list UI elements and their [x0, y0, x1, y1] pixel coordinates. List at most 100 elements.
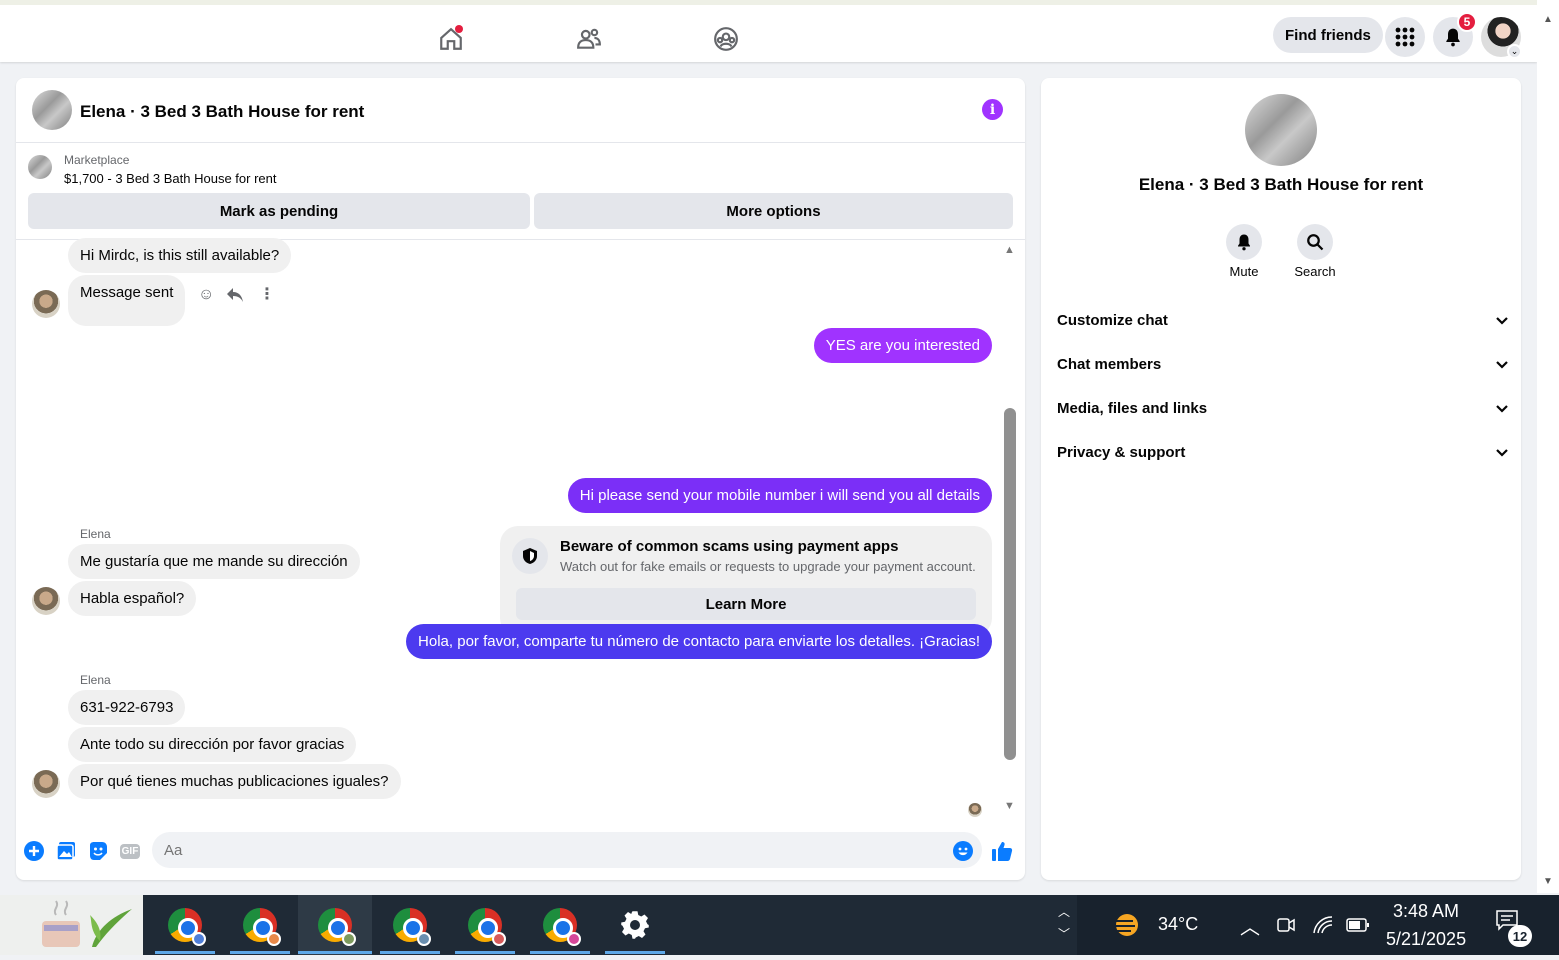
- chrome-taskbar-app[interactable]: [455, 895, 515, 955]
- customize-chat-row[interactable]: Customize chat: [1057, 300, 1509, 340]
- section-label: Customize chat: [1057, 311, 1168, 329]
- chat-header: Elena · 3 Bed 3 Bath House for rent i: [16, 78, 1025, 143]
- chrome-icon: [168, 908, 206, 946]
- more-actions-icon[interactable]: ⋮: [259, 284, 275, 304]
- chat-members-row[interactable]: Chat members: [1057, 344, 1509, 384]
- photo-icon[interactable]: [55, 840, 77, 862]
- notification-badge: 5: [1457, 12, 1477, 32]
- bell-icon: [1238, 234, 1250, 251]
- home-button[interactable]: [431, 19, 471, 59]
- mark-as-pending-button[interactable]: Mark as pending: [28, 193, 530, 229]
- clock-date[interactable]: 5/21/2025: [1386, 929, 1466, 950]
- gear-icon: [621, 911, 649, 939]
- scam-warning-description: Watch out for fake emails or requests to…: [560, 559, 976, 574]
- sender-name: Elena: [80, 673, 111, 687]
- message-bubble: Habla español?: [68, 581, 197, 616]
- chrome-taskbar-app[interactable]: [380, 895, 440, 955]
- search-button[interactable]: [1297, 224, 1333, 260]
- notifications-button[interactable]: 5: [1433, 12, 1477, 57]
- friends-icon: [577, 28, 601, 49]
- chrome-taskbar-app[interactable]: [155, 895, 215, 955]
- clock-time[interactable]: 3:48 AM: [1393, 901, 1459, 922]
- weather-icon[interactable]: [1109, 909, 1145, 941]
- chrome-taskbar-app[interactable]: [230, 895, 290, 955]
- chat-window: Elena · 3 Bed 3 Bath House for rent i Ma…: [16, 78, 1025, 880]
- temperature-label[interactable]: 34°C: [1158, 914, 1198, 935]
- chevron-up-icon[interactable]: ︿: [1240, 911, 1260, 940]
- chat-title[interactable]: Elena · 3 Bed 3 Bath House for rent: [80, 102, 364, 122]
- gif-label: GIF: [119, 843, 141, 859]
- learn-more-button[interactable]: Learn More: [516, 588, 976, 620]
- message-bubble: Message sent: [68, 275, 186, 326]
- chrome-taskbar-app[interactable]: [530, 895, 590, 955]
- sender-avatar: [32, 587, 60, 615]
- emoji-icon[interactable]: [952, 840, 974, 862]
- windows-taskbar: ︿ ﹀ 34°C ︿ 3:48 AM 5/21/2025 12: [0, 895, 1559, 955]
- chevron-down-icon[interactable]: ⌄: [1507, 44, 1522, 59]
- settings-taskbar-app[interactable]: [605, 895, 665, 955]
- gif-icon[interactable]: GIF: [119, 840, 141, 862]
- meet-now-icon[interactable]: [1276, 915, 1296, 935]
- plus-icon[interactable]: [23, 840, 45, 862]
- sticker-icon[interactable]: [87, 840, 109, 862]
- widgets-button[interactable]: [0, 895, 143, 955]
- marketplace-label: Marketplace: [64, 153, 130, 167]
- groups-button[interactable]: [706, 19, 746, 59]
- chrome-icon: [468, 908, 506, 946]
- groups-icon: [714, 27, 738, 51]
- message-bubble-sent: YES are you interested: [813, 328, 992, 363]
- message-thread: Hi Mirdc, is this still available? Messa…: [16, 238, 1025, 828]
- sender-name: Elena: [80, 527, 111, 541]
- chevron-down-icon: [1496, 317, 1508, 325]
- reply-icon[interactable]: [226, 287, 244, 303]
- listing-thumbnail[interactable]: [28, 155, 52, 179]
- scam-warning-title: Beware of common scams using payment app…: [560, 538, 899, 555]
- system-tray: 34°C ︿ 3:48 AM 5/21/2025 12: [1077, 895, 1559, 955]
- menu-button[interactable]: [1385, 17, 1425, 57]
- listing-title[interactable]: $1,700 - 3 Bed 3 Bath House for rent: [64, 171, 276, 186]
- mute-label: Mute: [1229, 264, 1259, 279]
- chevron-down-icon: [1496, 449, 1508, 457]
- react-emoji-icon[interactable]: ☺: [198, 286, 214, 304]
- menu-grid-icon: [1395, 27, 1415, 47]
- shield-icon: [512, 538, 548, 574]
- chrome-icon: [393, 908, 431, 946]
- more-options-button[interactable]: More options: [534, 193, 1013, 229]
- chrome-taskbar-app-active[interactable]: [298, 895, 372, 955]
- privacy-support-row[interactable]: Privacy & support: [1057, 432, 1509, 472]
- message-bubble: 631-922-6793: [68, 690, 186, 725]
- chat-thumbnail[interactable]: [32, 90, 72, 130]
- find-friends-button[interactable]: Find friends: [1273, 17, 1383, 53]
- chat-info-panel: Elena · 3 Bed 3 Bath House for rent Mute…: [1041, 78, 1521, 880]
- thumbs-up-icon[interactable]: [991, 840, 1013, 862]
- info-icon[interactable]: i: [982, 99, 1003, 120]
- scroll-down-arrow-icon[interactable]: ▼: [1543, 876, 1553, 887]
- message-scrollbar-thumb[interactable]: [1004, 408, 1016, 760]
- search-icon: [1307, 234, 1324, 251]
- message-input[interactable]: [152, 832, 982, 868]
- scroll-down-arrow-icon[interactable]: ▼: [1004, 800, 1015, 812]
- notification-count-badge: 12: [1508, 925, 1532, 947]
- message-bubble-sent: Hi please send your mobile number i will…: [567, 478, 992, 513]
- page-scrollbar[interactable]: ▲ ▼: [1537, 0, 1559, 893]
- scroll-up-arrow-icon[interactable]: ▲: [1004, 244, 1015, 256]
- chrome-icon: [243, 908, 281, 946]
- unread-dot: [455, 25, 463, 33]
- search-label: Search: [1294, 264, 1336, 279]
- wifi-icon[interactable]: [1312, 915, 1334, 935]
- chat-avatar: [1245, 94, 1317, 166]
- chrome-icon: [543, 908, 581, 946]
- friends-button[interactable]: [569, 19, 609, 59]
- scroll-up-arrow-icon[interactable]: ▲: [1543, 14, 1553, 25]
- mute-button[interactable]: [1226, 224, 1262, 260]
- chevron-down-icon: [1496, 405, 1508, 413]
- battery-icon[interactable]: [1346, 917, 1370, 933]
- message-composer: GIF: [16, 828, 1025, 880]
- scam-warning-card: Beware of common scams using payment app…: [500, 526, 992, 636]
- sender-avatar: [32, 290, 60, 318]
- media-files-links-row[interactable]: Media, files and links: [1057, 388, 1509, 428]
- message-bubble: Por qué tienes muchas publicaciones igua…: [68, 764, 401, 799]
- taskbar-scroll-arrows[interactable]: ︿ ﹀: [1053, 901, 1075, 945]
- section-label: Chat members: [1057, 355, 1162, 373]
- seen-avatar: [968, 803, 982, 817]
